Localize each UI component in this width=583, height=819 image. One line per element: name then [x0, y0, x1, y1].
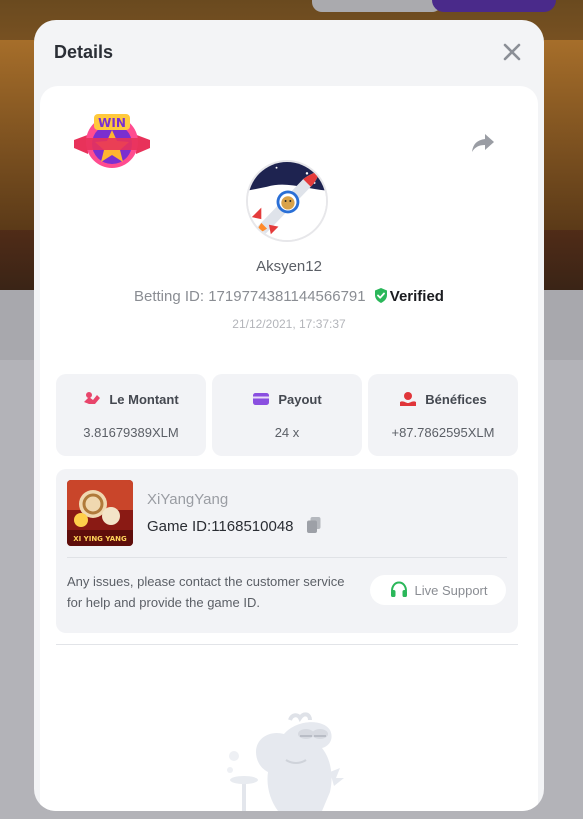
game-name: XiYangYang [147, 491, 229, 508]
live-support-button[interactable]: Live Support [370, 575, 506, 605]
background-top-control [312, 0, 442, 12]
copy-button[interactable] [306, 516, 322, 534]
live-support-label: Live Support [414, 582, 488, 598]
profit-icon [400, 392, 417, 406]
win-badge-icon: WIN [74, 114, 150, 168]
verified-shield-icon [374, 288, 387, 303]
stat-amount-label: Le Montant [109, 392, 179, 407]
stat-payout-label: Payout [278, 392, 322, 407]
support-message: Any issues, please contact the customer … [67, 574, 345, 610]
stat-payout: Payout 24 x [212, 374, 362, 456]
betting-id-label: Betting ID: [134, 288, 205, 305]
game-info-box: XI YING YANG XiYangYang Game ID:11685100… [56, 469, 518, 633]
game-id-value: 1168510048 [211, 518, 294, 535]
dinosaur-mascot-icon [227, 712, 344, 811]
game-id-row: Game ID:1168510048 [147, 516, 322, 535]
win-badge-text: WIN [98, 116, 126, 130]
details-modal: Details WIN Aksyen12 Betting ID: 1719774… [34, 20, 544, 811]
game-id-label: Game ID: [147, 518, 212, 535]
close-icon [503, 43, 521, 61]
stat-amount: Le Montant 3.81679389XLM [56, 374, 206, 456]
section-divider [56, 644, 518, 645]
verified-label: Verified [389, 288, 444, 305]
username: Aksyen12 [256, 258, 322, 275]
stat-profit-header: Bénéfices [368, 391, 518, 407]
stat-profit: Bénéfices +87.7862595XLM [368, 374, 518, 456]
stat-payout-value: 24 x [274, 425, 300, 440]
details-card: WIN Aksyen12 Betting ID: 171977438114456… [40, 86, 538, 811]
stat-amount-value: 3.81679389XLM [83, 425, 179, 440]
modal-header: Details [34, 20, 544, 86]
avatar [246, 160, 328, 242]
game-box-divider [67, 557, 507, 558]
betting-id-value: 1719774381144566791 [208, 288, 366, 305]
close-button[interactable] [500, 40, 524, 64]
share-icon [472, 134, 494, 152]
coins-icon [84, 392, 101, 404]
copy-icon [306, 517, 321, 533]
mascot-illustration [226, 712, 346, 811]
stat-profit-label: Bénéfices [425, 392, 487, 407]
betting-id-row: Betting ID: 1719774381144566791 Verified [40, 288, 538, 305]
modal-title: Details [54, 42, 114, 62]
card-icon [253, 393, 270, 405]
stat-profit-value: +87.7862595XLM [391, 425, 495, 440]
win-badge: WIN [72, 112, 152, 172]
game-thumbnail-image: XI YING YANG [67, 480, 133, 546]
stat-amount-header: Le Montant [56, 391, 206, 407]
game-thumbnail[interactable]: XI YING YANG [67, 480, 133, 546]
stat-payout-header: Payout [212, 391, 362, 407]
headset-icon [390, 581, 407, 597]
rocket-doge-avatar-icon [248, 162, 326, 240]
game-thumbnail-caption: XI YING YANG [73, 535, 127, 543]
stats-row: Le Montant 3.81679389XLM Payout 24 x Bén… [56, 374, 518, 456]
bet-timestamp: 21/12/2021, 17:37:37 [232, 317, 346, 331]
share-button[interactable] [470, 132, 496, 154]
background-top-button [432, 0, 556, 12]
